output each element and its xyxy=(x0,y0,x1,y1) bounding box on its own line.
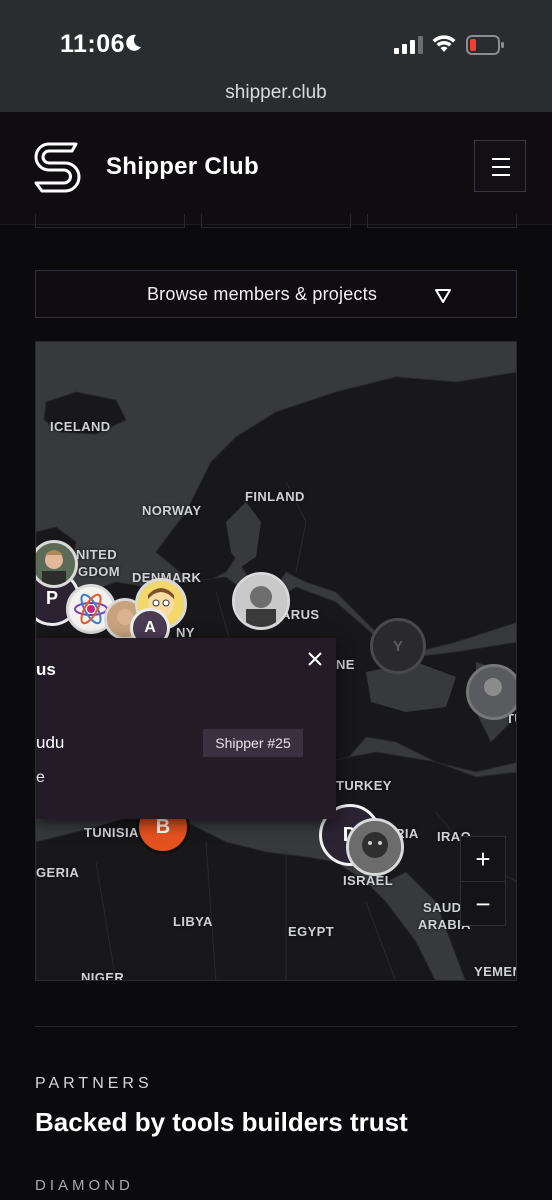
map-label-niger: NIGER xyxy=(81,970,125,981)
popup-title: us xyxy=(36,660,56,679)
zoom-in-button[interactable]: + xyxy=(461,837,505,881)
popup-member-name[interactable]: udu xyxy=(36,733,64,753)
avatar-face-icon xyxy=(469,667,516,717)
shipper-number-badge: Shipper #25 xyxy=(203,729,303,757)
section-divider xyxy=(35,1026,517,1027)
cluster-label: Y xyxy=(392,637,403,655)
caret-down-icon xyxy=(435,289,451,303)
members-map[interactable]: ICELAND FINLAND NORWAY NITED GDOM DENMAR… xyxy=(35,341,517,981)
battery-low-icon xyxy=(466,35,504,55)
status-time: 11:06 xyxy=(60,30,126,58)
status-bar: 11:06 shipper.club xyxy=(0,0,552,112)
map-label-yemen: YEMEN xyxy=(474,964,516,979)
map-label-algeria: GERIA xyxy=(36,865,80,880)
cluster-label: P xyxy=(45,587,58,608)
menu-icon-bar xyxy=(492,166,510,168)
stat-card xyxy=(367,214,517,228)
map-label-finland: FINLAND xyxy=(245,489,305,504)
wifi-icon xyxy=(432,35,456,52)
site-header: Shipper Club xyxy=(0,112,552,225)
shipper-logo-icon[interactable] xyxy=(32,140,82,196)
partners-tier-label: DIAMOND xyxy=(35,1177,134,1194)
cluster-label: A xyxy=(144,619,156,636)
map-label-libya: LIBYA xyxy=(173,914,213,929)
map-label-turkey: TURKEY xyxy=(336,778,392,793)
cellular-signal-icon xyxy=(394,36,423,54)
zoom-out-button[interactable]: − xyxy=(461,882,505,926)
partners-heading: Backed by tools builders trust xyxy=(35,1107,408,1137)
browser-url[interactable]: shipper.club xyxy=(0,82,552,104)
menu-icon xyxy=(492,158,510,160)
browse-members-dropdown[interactable]: Browse members & projects xyxy=(35,270,517,318)
member-avatar-sketch[interactable] xyxy=(346,818,404,876)
brand-name[interactable]: Shipper Club xyxy=(106,153,259,181)
avatar-face-icon xyxy=(36,543,75,585)
member-popup[interactable]: us udu Shipper #25 e xyxy=(36,638,336,819)
map-label-united: NITED xyxy=(76,547,117,562)
avatar-sketch-icon xyxy=(349,821,401,873)
map-label-kingdom: GDOM xyxy=(78,564,121,579)
moon-icon xyxy=(126,34,141,51)
map-label-norway: NORWAY xyxy=(142,503,202,518)
map-label-ukraine: NE xyxy=(336,657,355,672)
stat-card xyxy=(35,214,185,228)
member-avatar-faded[interactable] xyxy=(466,664,516,720)
avatar-portrait-icon xyxy=(235,575,287,627)
hamburger-menu-button[interactable] xyxy=(474,140,526,192)
partners-eyebrow: PARTNERS xyxy=(35,1075,153,1092)
close-icon[interactable] xyxy=(304,648,326,670)
map-label-iceland: ICELAND xyxy=(50,419,111,434)
menu-icon-bar xyxy=(492,174,510,176)
stat-card xyxy=(201,214,351,228)
map-label-egypt: EGYPT xyxy=(288,924,335,939)
map-label-tunisia: TUNISIA xyxy=(84,825,139,840)
popup-extra-text: e xyxy=(36,769,45,786)
map-zoom-controls: + − xyxy=(460,836,506,926)
member-avatar-portrait[interactable] xyxy=(232,572,290,630)
map-cluster-y[interactable]: Y xyxy=(370,618,426,674)
